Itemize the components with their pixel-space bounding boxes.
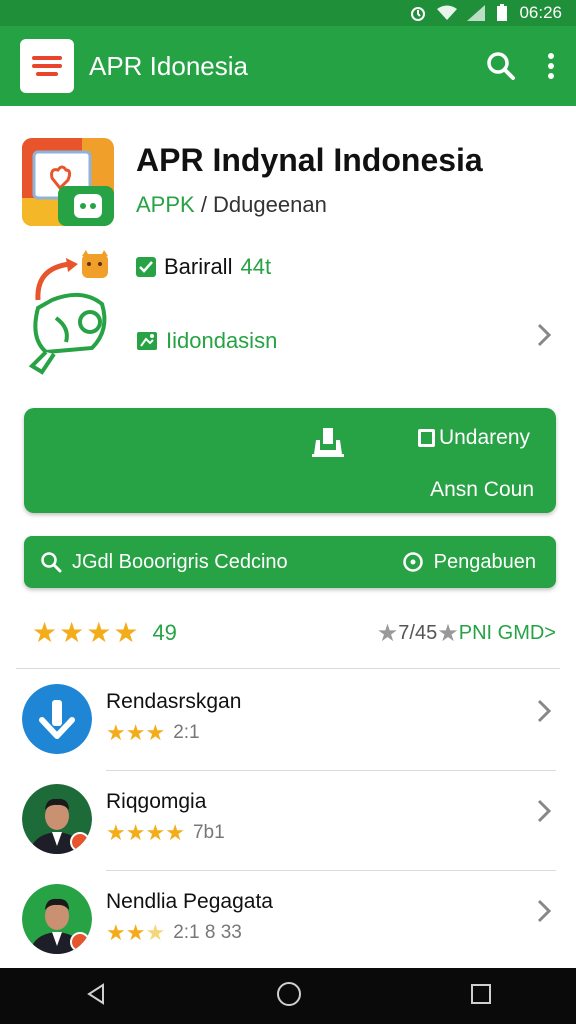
search-action-label: JGdl Booorigris Cedcino [72,550,288,573]
update-label-row: Undareny [417,426,530,450]
list-item-name: Rendasrskgan [106,690,242,713]
star-icon: ★ [437,619,459,647]
divider [106,870,556,871]
rating-link: PNI GMD> [458,621,556,644]
star-icon: ★ [106,820,126,845]
signal-icon [467,5,486,21]
app-subtitle: APPK / Ddugeenan [136,192,327,218]
app-illustration [22,248,122,376]
battery-icon [495,4,509,22]
app-info-section: Barirall 44t Iidondasisn [22,248,558,378]
list-item-rating: ★ ★ ★ ★ 7b1 [106,822,225,844]
star-icon: ★ [145,920,166,945]
list-item-name: Riqgomgia [106,790,207,813]
list-item[interactable]: Rendasrskgan ★ ★ ★ 2:1 [22,672,556,762]
star-icon: ★ [165,820,185,845]
action-bar: JGdl Booorigris Cedcino Pengabuen [24,536,556,588]
download-icon [310,426,346,463]
location-label: Iidondasisn [166,328,278,353]
list-item[interactable]: Nendlia Pegagata ★ ★ ★ 2:1 8 33 [22,872,556,962]
clock-icon [402,552,423,572]
star-icon: ★ [145,820,166,845]
badge-label: Barirall [164,254,233,279]
chevron-right-icon[interactable] [536,322,552,356]
list-item-rating-value: 2:1 8 33 [173,922,242,943]
list-item-rating: ★ ★ ★ 2:1 8 33 [106,922,242,944]
chevron-right-icon[interactable] [536,798,552,832]
divider [16,668,560,669]
star-icon: ★ [59,617,85,648]
wifi-icon [437,5,458,21]
rating-row: ★ ★ ★ ★ 49 ★ 7/45 ★ PNI GMD> [32,616,556,650]
map-icon [137,332,157,350]
rating-summary-link[interactable]: ★ 7/45 ★ PNI GMD> [377,619,556,648]
home-circle-icon [277,981,301,1006]
status-bar: 06:26 [0,0,576,26]
search-icon [41,552,62,573]
list-item-rating-value: 2:1 [173,722,200,743]
star-icon: ★ [32,617,58,648]
star-icon: ★ [125,720,146,745]
search-button[interactable] [476,41,526,91]
back-triangle-icon [87,982,104,1005]
update-label: Undareny [438,426,530,449]
app-logo-icon[interactable] [20,39,74,93]
star-icon: ★ [106,720,126,745]
star-icon: ★ [113,617,139,648]
update-button[interactable]: Undareny Ansn Coun [24,408,556,513]
home-button[interactable] [276,981,302,1012]
more-vert-icon [548,53,554,79]
app-bar-title: APR Idonesia [89,50,248,81]
recents-button[interactable] [470,983,492,1010]
location-row[interactable]: Iidondasisn [136,328,277,354]
rating-count: 7/45 [398,621,438,644]
badge-row: Barirall 44t [136,254,271,280]
status-time: 06:26 [519,3,562,22]
back-button[interactable] [84,982,108,1011]
search-icon [487,52,515,80]
person-avatar [22,784,92,854]
list-item-name: Nendlia Pegagata [106,890,273,913]
star-icon: ★ [125,820,146,845]
star-icon: ★ [86,617,112,648]
pengabuen-button[interactable]: Pengabuen [402,551,536,574]
check-icon [136,257,156,277]
list-item-rating-value: 7b1 [192,822,225,843]
app-subtitle-prefix: APPK [136,192,195,217]
rating-stars: ★ ★ ★ ★ 49 [32,619,177,647]
person-avatar [22,884,92,954]
badge-value: 44t [240,254,272,279]
system-nav-bar [0,968,576,1024]
star-icon: ★ [376,619,399,647]
pengabuen-label: Pengabuen [433,550,536,573]
recents-square-icon [471,983,491,1004]
star-icon: ★ [125,920,146,945]
chevron-right-icon[interactable] [536,698,552,732]
more-options-button[interactable] [526,41,576,91]
checkbox-outline-icon [417,429,435,447]
search-action-button[interactable]: JGdl Booorigris Cedcino [40,551,288,574]
list-item[interactable]: Riqgomgia ★ ★ ★ ★ 7b1 [22,772,556,862]
star-icon: ★ [145,720,166,745]
divider [106,770,556,771]
update-sublabel: Ansn Coun [430,478,534,501]
app-subtitle-rest: / Ddugeenan [194,192,327,217]
star-icon: ★ [106,920,126,945]
app-title: APR Indynal Indonesia [136,142,483,178]
chevron-right-icon[interactable] [536,898,552,932]
app-icon [22,138,114,226]
app-bar: APR Idonesia [0,26,576,106]
download-avatar [22,684,92,754]
list-item-rating: ★ ★ ★ 2:1 [106,722,200,744]
alarm-icon [409,4,427,22]
rating-score: 49 [152,620,177,645]
app-header: APR Indynal Indonesia APPK / Ddugeenan [22,138,542,228]
